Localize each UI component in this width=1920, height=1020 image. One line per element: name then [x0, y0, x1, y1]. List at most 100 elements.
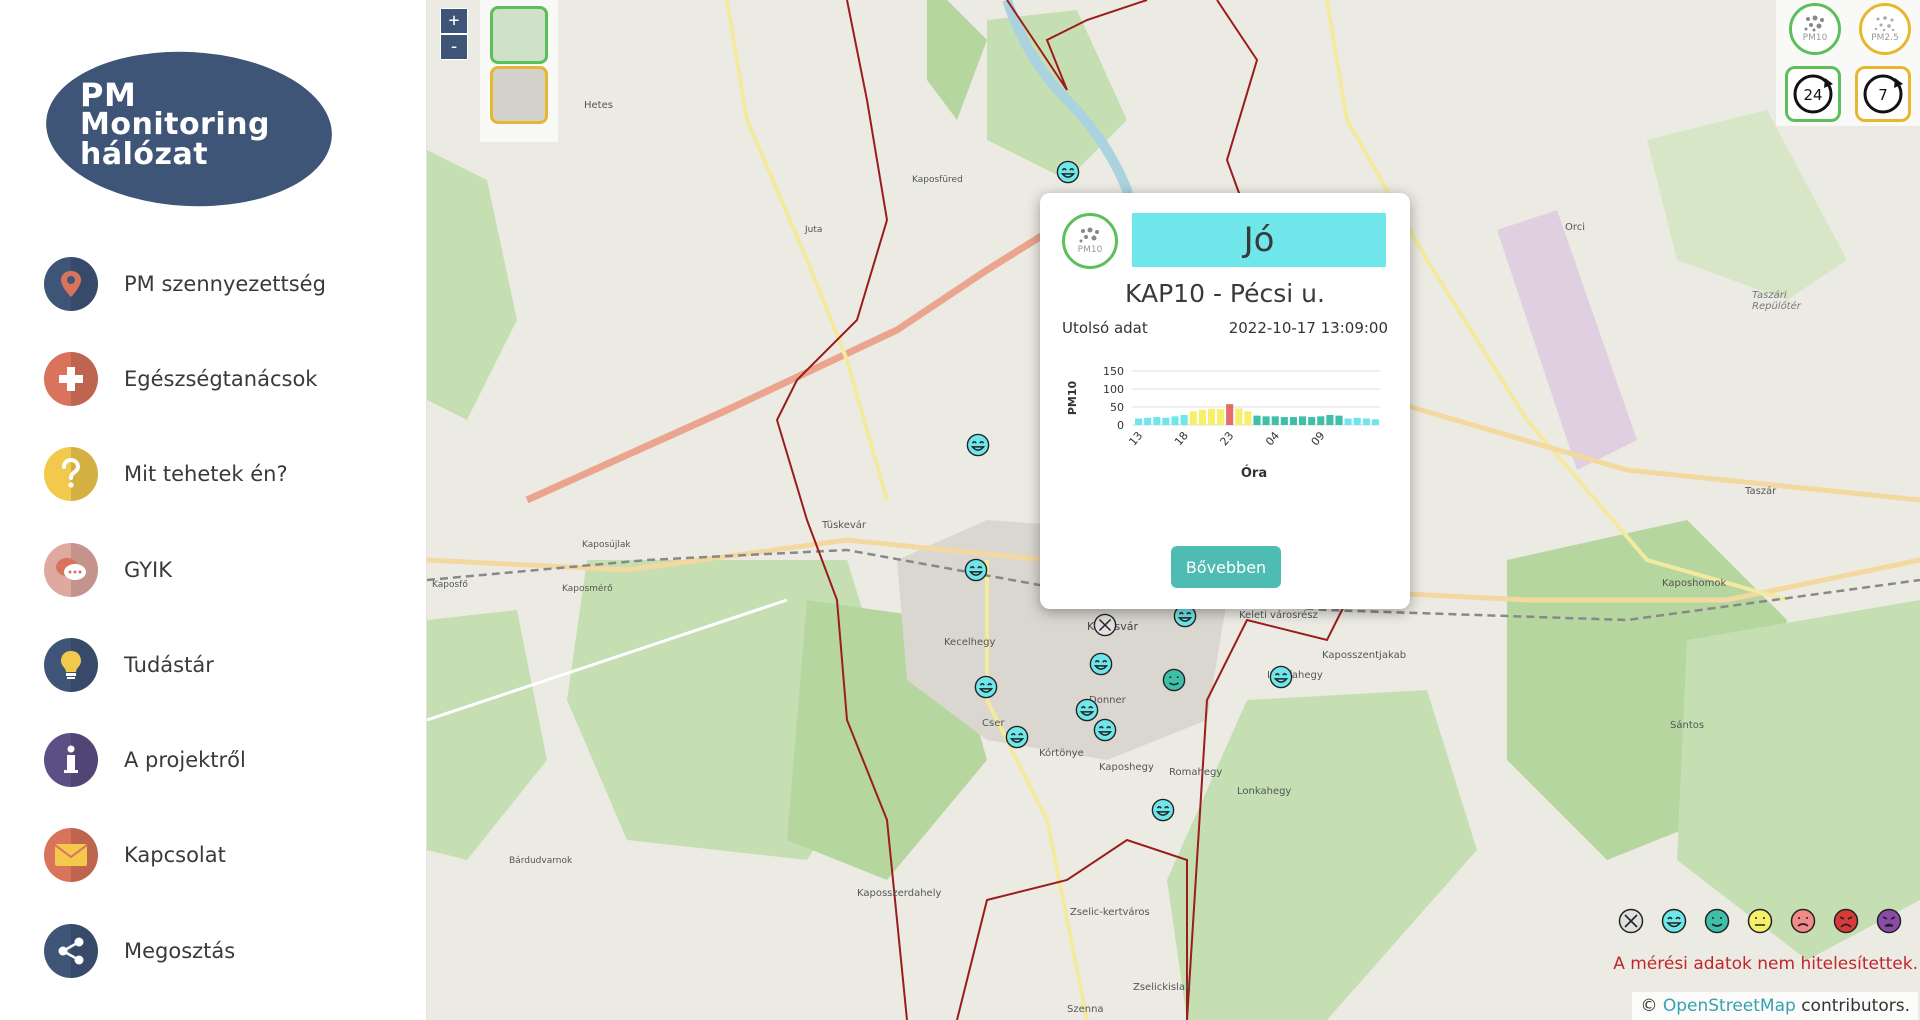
pm10-button[interactable]: PM10: [1789, 3, 1841, 55]
chart-x-tick-label: 18: [1172, 429, 1191, 448]
map-label: Kaposújlak: [582, 540, 631, 550]
nav-item-contact[interactable]: Kapcsolat: [44, 808, 404, 903]
nav-item-share[interactable]: Megosztás: [44, 903, 404, 998]
chart-bar: [1180, 414, 1188, 425]
map-label: Zselic-kertváros: [1070, 907, 1150, 918]
nav-label: A projektről: [124, 748, 246, 773]
pm25-label: PM2.5: [1871, 33, 1899, 43]
clock-7d-icon: 7: [1863, 74, 1903, 114]
chart-bar: [1189, 411, 1197, 425]
station-marker-very-good-icon[interactable]: [966, 433, 990, 457]
attribution: © OpenStreetMap contributors.: [1632, 992, 1918, 1020]
station-marker-very-good-icon[interactable]: [1093, 718, 1117, 742]
layer-street-button[interactable]: [490, 6, 548, 64]
map-label: Kaposszerdahely: [857, 888, 942, 899]
chart-bar: [1326, 414, 1334, 425]
sidebar: PM Monitoring hálózat PM szennyezettség …: [0, 0, 427, 1020]
chart-bar: [1299, 416, 1307, 425]
chart-bar: [1271, 416, 1279, 425]
7d-button[interactable]: 7: [1855, 66, 1911, 122]
main-nav: PM szennyezettség Egészségtanácsok Mit t…: [44, 236, 404, 998]
legend-extreme-icon: [1876, 908, 1902, 934]
particles-icon: [1874, 16, 1895, 32]
disclaimer: A mérési adatok nem hitelesítettek.: [1613, 954, 1918, 974]
map-label: Kaposhomok: [1662, 578, 1727, 589]
zoom-in-button[interactable]: +: [440, 8, 468, 34]
legend-bad-icon: [1790, 908, 1816, 934]
station-marker-very-good-icon[interactable]: [1151, 798, 1175, 822]
map-label: Kaposfüred: [912, 175, 963, 185]
station-marker-very-good-icon[interactable]: [1005, 725, 1029, 749]
last-data-label: Utolsó adat: [1062, 319, 1148, 337]
chart-bar: [1289, 417, 1297, 425]
chart-y-tick-label: 50: [1110, 401, 1124, 414]
station-popup: PM10 Jó KAP10 - Pécsi u. Utolsó adat 202…: [1040, 193, 1410, 609]
air-quality-status: Jó: [1132, 213, 1386, 267]
chart-y-tick-label: 150: [1103, 365, 1124, 378]
pm25-button[interactable]: PM2.5: [1859, 3, 1911, 55]
station-marker-good-icon[interactable]: [1162, 668, 1186, 692]
chart-x-tick-label: 13: [1126, 429, 1145, 448]
map-pin-icon: [44, 256, 98, 311]
clock-24h-icon: 24: [1793, 74, 1833, 114]
pm10-badge: PM10: [1062, 213, 1118, 269]
station-marker-very-good-icon[interactable]: [1056, 160, 1080, 184]
chart-x-tick-label: 04: [1263, 429, 1282, 448]
chart-bar: [1135, 418, 1143, 425]
nav-item-pm-pollution[interactable]: PM szennyezettség: [44, 236, 404, 331]
openstreetmap-link[interactable]: OpenStreetMap: [1663, 996, 1796, 1016]
last-data-value: 2022-10-17 13:09:00: [1228, 319, 1388, 337]
particles-icon: [1804, 15, 1824, 32]
layer-gray-button[interactable]: [490, 66, 548, 124]
map-label: Szenna: [1067, 1004, 1104, 1015]
logo[interactable]: PM Monitoring hálózat: [80, 79, 270, 170]
station-marker-very-good-icon[interactable]: [1269, 665, 1293, 689]
chart-bar: [1226, 404, 1234, 425]
zoom-control: + -: [440, 8, 468, 60]
chart-bar: [1335, 415, 1343, 425]
chart-y-tick-label: 100: [1103, 383, 1124, 396]
pm10-badge-label: PM10: [1077, 245, 1103, 255]
map-label: Cser: [982, 718, 1005, 729]
nav-item-about-project[interactable]: A projektről: [44, 712, 404, 807]
station-marker-very-good-icon[interactable]: [964, 558, 988, 582]
chart-bar: [1344, 418, 1352, 425]
lightbulb-icon: [44, 637, 98, 692]
nav-label: Megosztás: [124, 938, 236, 963]
24h-label: 24: [1803, 86, 1822, 104]
legend-very-bad-icon: [1833, 908, 1859, 934]
chart-bar: [1371, 419, 1379, 425]
nav-item-health-advice[interactable]: Egészségtanácsok: [44, 331, 404, 426]
24h-button[interactable]: 24: [1785, 66, 1841, 122]
legend-no-data-icon: [1618, 908, 1644, 934]
map-label: Taszár: [1745, 486, 1777, 497]
nav-label: Egészségtanácsok: [124, 366, 318, 391]
7d-label: 7: [1878, 86, 1888, 104]
map-label: Kaposhegy: [1099, 762, 1154, 773]
chart-bar: [1235, 408, 1243, 425]
station-marker-no-data-icon[interactable]: [1093, 613, 1117, 637]
station-name: KAP10 - Pécsi u.: [1125, 279, 1325, 308]
nav-item-what-can-i-do[interactable]: Mit tehetek én?: [44, 427, 404, 522]
legend: [1618, 908, 1902, 934]
chart-bar: [1253, 415, 1261, 425]
chart-y-tick-label: 0: [1117, 419, 1124, 432]
chart-bar: [1280, 417, 1288, 425]
legend-moderate-icon: [1747, 908, 1773, 934]
chart-bar: [1198, 409, 1206, 425]
chart-bar: [1244, 411, 1252, 425]
map-label: Kaposszentjakab: [1322, 650, 1407, 661]
chart-y-axis-label: PM10: [1066, 381, 1079, 416]
station-marker-very-good-icon[interactable]: [1089, 652, 1113, 676]
nav-item-faq[interactable]: GYIK: [44, 522, 404, 617]
nav-item-knowledge-base[interactable]: Tudástár: [44, 617, 404, 712]
nav-label: PM szennyezettség: [124, 271, 326, 296]
more-button[interactable]: Bővebben: [1171, 546, 1281, 588]
chart-bar: [1262, 416, 1270, 425]
station-marker-very-good-icon[interactable]: [974, 675, 998, 699]
zoom-out-button[interactable]: -: [440, 34, 468, 60]
chart-bar: [1171, 416, 1179, 425]
map-label: Lonkahegy: [1237, 786, 1292, 797]
legend-good-icon: [1704, 908, 1730, 934]
chart-bar: [1317, 416, 1325, 425]
